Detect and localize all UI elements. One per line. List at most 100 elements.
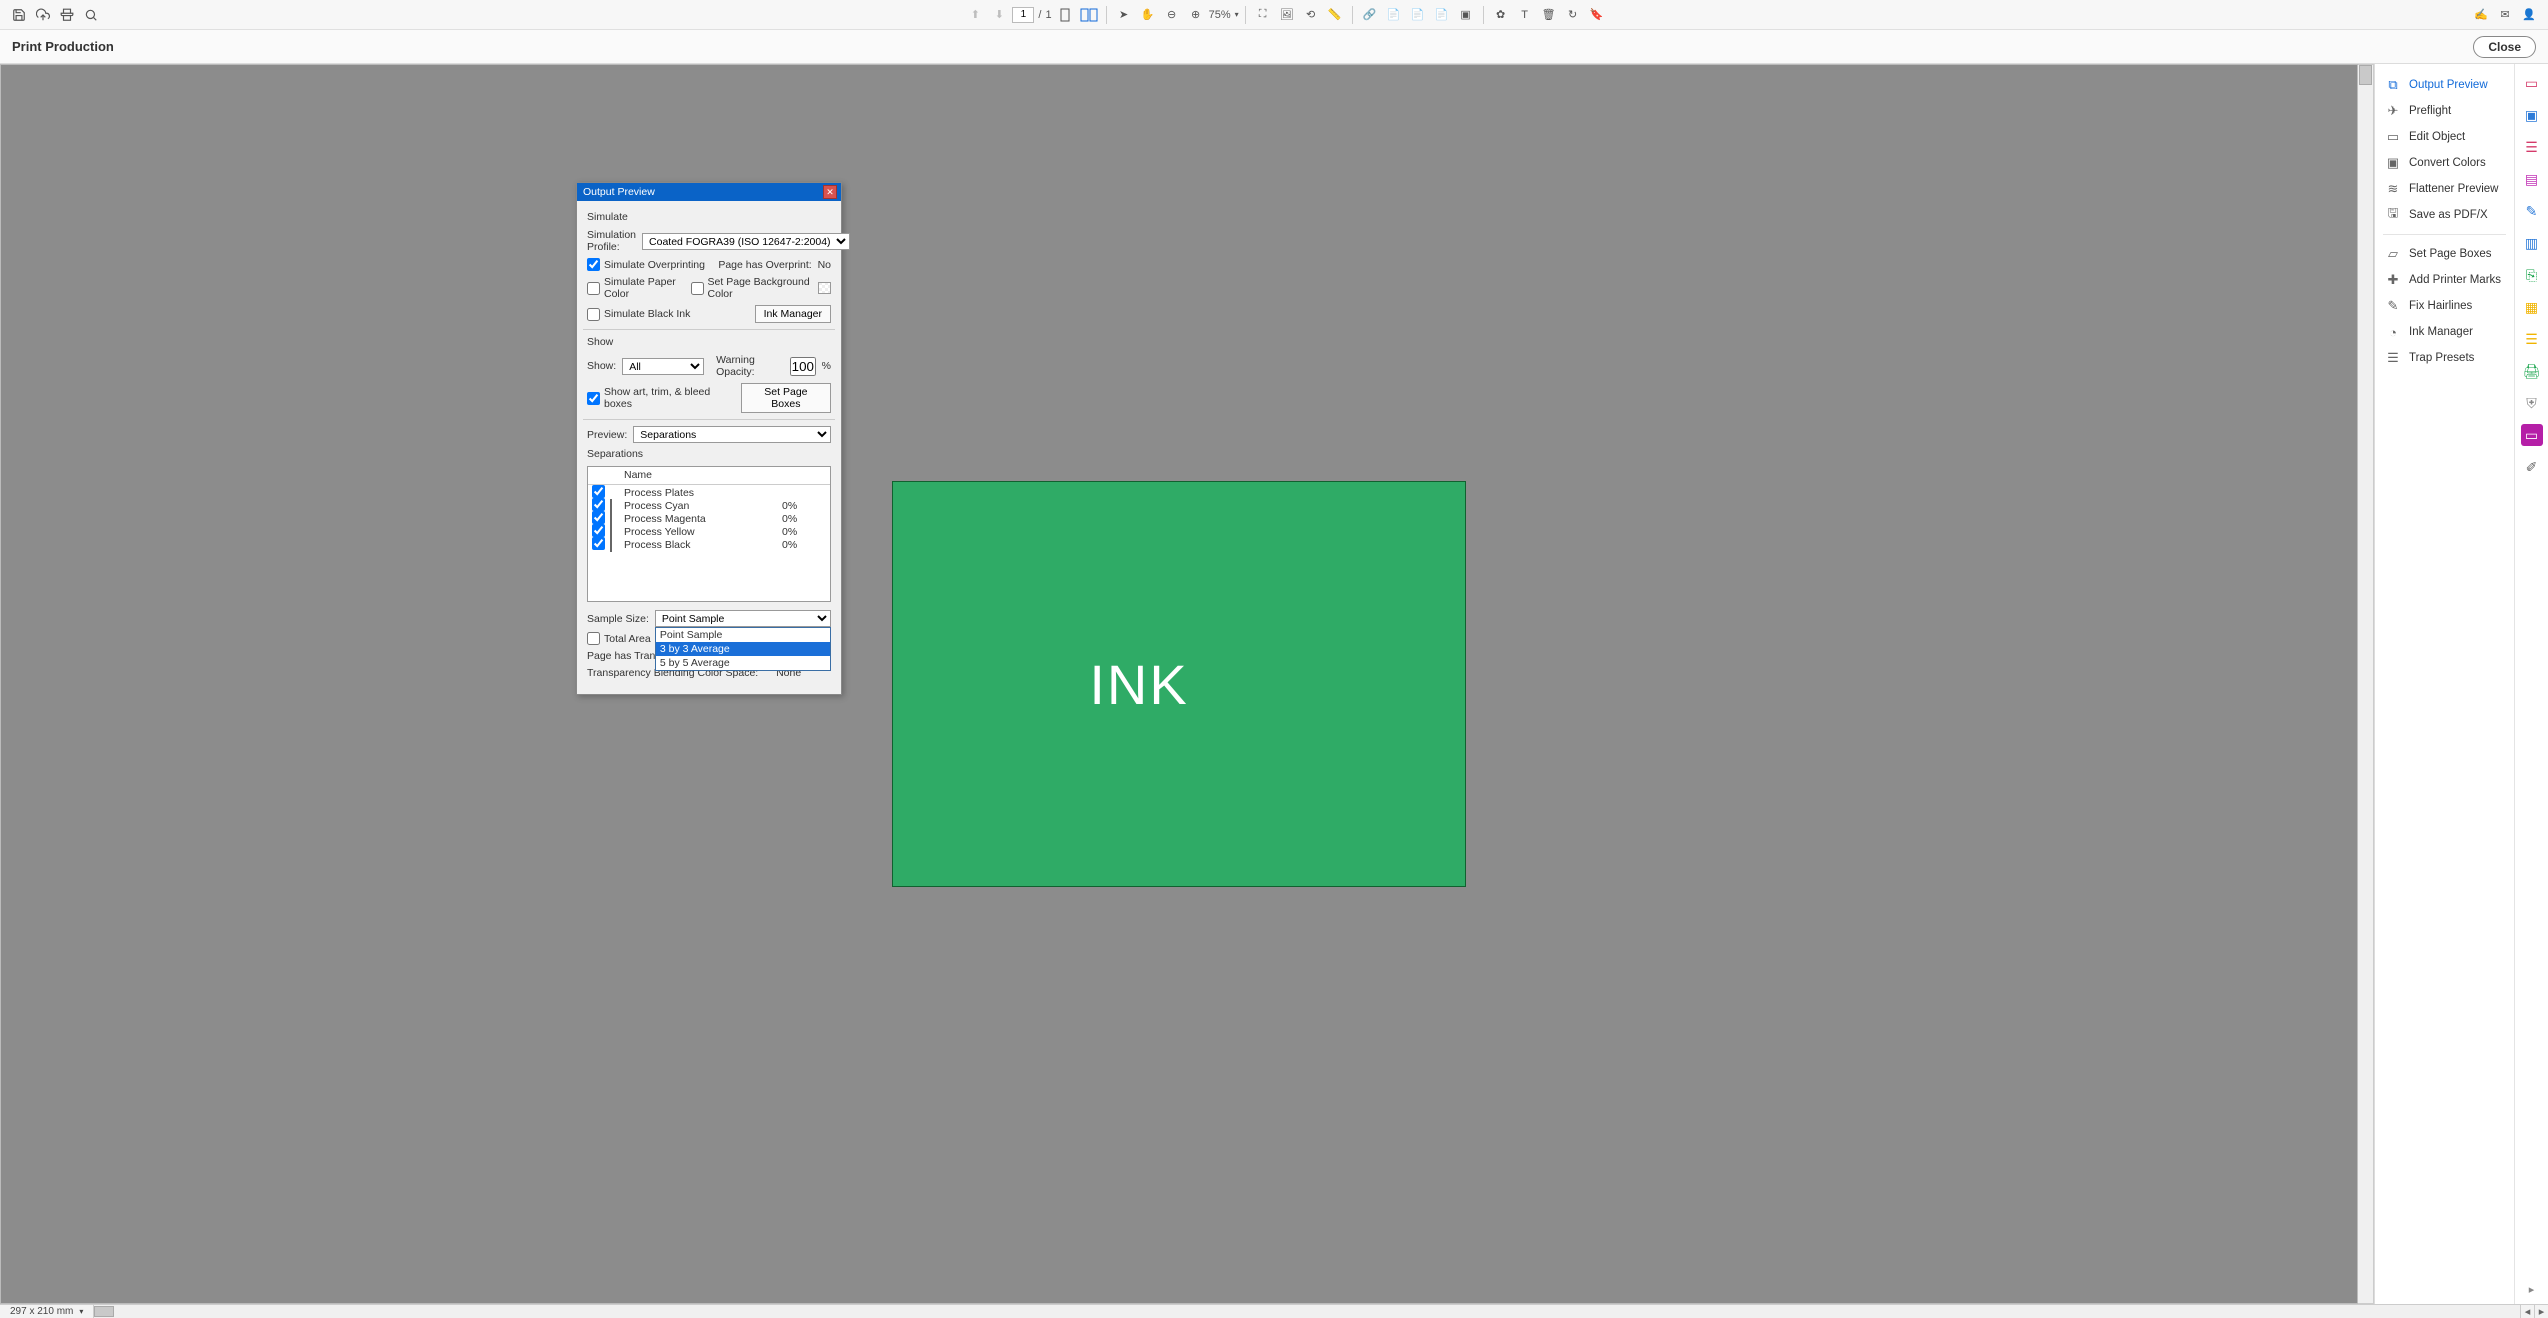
sample-size-dropdown[interactable]: Point Sample3 by 3 Average5 by 5 Average [655, 627, 831, 671]
tool-preflight[interactable]: ✈Preflight [2375, 98, 2514, 124]
tool-trap-presets[interactable]: ☰Trap Presets [2375, 345, 2514, 371]
tool-fix-hairlines[interactable]: ✎Fix Hairlines [2375, 293, 2514, 319]
pointer-icon[interactable]: ➤ [1113, 4, 1135, 26]
tool-ruler-icon[interactable]: 📏 [1324, 4, 1346, 26]
tool-set-page-boxes[interactable]: ▱Set Page Boxes [2375, 241, 2514, 267]
sample-size-option[interactable]: 3 by 3 Average [656, 642, 830, 656]
page-current-input[interactable] [1012, 7, 1034, 23]
tool-convert-colors[interactable]: ▣Convert Colors [2375, 150, 2514, 176]
separation-row[interactable]: Process Black0% [588, 537, 830, 550]
tool-ink-manager[interactable]: ◔Ink Manager [2375, 319, 2514, 345]
col-name-header: Name [624, 469, 782, 481]
separation-row[interactable]: Process Magenta0% [588, 511, 830, 524]
close-button[interactable]: Close [2473, 36, 2536, 58]
separation-row[interactable]: Process Plates [588, 485, 830, 498]
dialog-close-icon[interactable]: ✕ [823, 185, 837, 199]
sim-profile-select[interactable]: Coated FOGRA39 (ISO 12647-2:2004) [642, 233, 850, 250]
zoom-select[interactable]: 75% ▾ [1209, 9, 1239, 21]
vscroll-thumb[interactable] [2359, 65, 2372, 85]
horizontal-scrollbar[interactable] [94, 1305, 2520, 1318]
tool-save-as-pdf-x[interactable]: 🖫Save as PDF/X [2375, 202, 2514, 228]
plate-checkbox[interactable] [592, 485, 605, 498]
search-icon[interactable] [80, 4, 102, 26]
separation-row[interactable]: Process Cyan0% [588, 498, 830, 511]
plate-checkbox[interactable] [592, 524, 605, 537]
rail-collapse-icon[interactable]: ▸ [2529, 1283, 2535, 1296]
tool-trash-icon[interactable]: 🗑 [1538, 4, 1560, 26]
tool-image-icon[interactable]: 🖼 [1276, 4, 1298, 26]
rail-icon-8[interactable]: ▦ [2521, 296, 2543, 318]
simulate-paper-color-checkbox[interactable] [587, 282, 600, 295]
cloud-upload-icon[interactable] [32, 4, 54, 26]
show-select[interactable]: All [622, 358, 704, 375]
rail-icon-shield[interactable]: ⛨ [2521, 392, 2543, 414]
tool-doc1-icon[interactable]: 📄 [1383, 4, 1405, 26]
hand-icon[interactable]: ✋ [1137, 4, 1159, 26]
mail-icon[interactable]: ✉ [2494, 4, 2516, 26]
tool-stack-icon[interactable]: ▣ [1455, 4, 1477, 26]
rail-icon-1[interactable]: ▭ [2521, 72, 2543, 94]
ink-manager-button[interactable]: Ink Manager [755, 305, 831, 323]
rail-icon-4[interactable]: ▤ [2521, 168, 2543, 190]
chevron-down-icon[interactable]: ▾ [79, 1307, 83, 1316]
total-area-checkbox[interactable] [587, 632, 600, 645]
tool-flattener-preview[interactable]: ≋Flattener Preview [2375, 176, 2514, 202]
set-page-boxes-button[interactable]: Set Page Boxes [741, 383, 831, 413]
plate-checkbox[interactable] [592, 537, 605, 550]
page-down-icon[interactable]: ⬇ [988, 4, 1010, 26]
rail-icon-7[interactable]: ⎘ [2521, 264, 2543, 286]
tool-text-icon[interactable]: T [1514, 4, 1536, 26]
warning-opacity-input[interactable] [790, 357, 816, 376]
preview-select[interactable]: Separations [633, 426, 831, 443]
rail-icon-2[interactable]: ▣ [2521, 104, 2543, 126]
document-viewport[interactable]: INK [0, 64, 2358, 1304]
hscroll-thumb[interactable] [94, 1306, 114, 1317]
rail-icon-12[interactable]: ✐ [2521, 456, 2543, 478]
single-page-icon[interactable] [1054, 4, 1076, 26]
tool-link-icon[interactable]: 🔗 [1359, 4, 1381, 26]
tool-stamp-icon[interactable]: ✿ [1490, 4, 1512, 26]
rail-icon-9[interactable]: ☰ [2521, 328, 2543, 350]
save-icon[interactable] [8, 4, 30, 26]
tool-edit-object[interactable]: ▭Edit Object [2375, 124, 2514, 150]
separations-section-label: Separations [587, 448, 831, 460]
simulate-black-ink-checkbox[interactable] [587, 308, 600, 321]
vertical-scrollbar[interactable] [2358, 64, 2374, 1304]
hscroll-right-icon[interactable]: ▸ [2534, 1305, 2548, 1318]
rail-icon-5[interactable]: ✎ [2521, 200, 2543, 222]
plate-checkbox[interactable] [592, 498, 605, 511]
tool-rotate-icon[interactable]: ⟲ [1300, 4, 1322, 26]
rail-icon-10[interactable]: 🖨 [2521, 360, 2543, 382]
page-up-icon[interactable]: ⬆ [964, 4, 986, 26]
tool-add-printer-marks[interactable]: ✚Add Printer Marks [2375, 267, 2514, 293]
bg-color-chip[interactable] [818, 282, 831, 294]
zoom-in-icon[interactable]: ⊕ [1185, 4, 1207, 26]
simulate-overprinting-checkbox[interactable] [587, 258, 600, 271]
dialog-titlebar[interactable]: Output Preview ✕ [577, 183, 841, 201]
sign-icon[interactable]: ✍ [2470, 4, 2492, 26]
tool-doc3-icon[interactable]: 📄 [1431, 4, 1453, 26]
sample-size-option[interactable]: Point Sample [656, 628, 830, 642]
sample-size-combo[interactable]: Point Sample Point Sample3 by 3 Average5… [655, 610, 831, 627]
rail-icon-3[interactable]: ☰ [2521, 136, 2543, 158]
tool-output-preview[interactable]: ⧉Output Preview [2375, 72, 2514, 98]
separation-row[interactable]: Process Yellow0% [588, 524, 830, 537]
tool-refresh-icon[interactable]: ↻ [1562, 4, 1584, 26]
hscroll-left-icon[interactable]: ◂ [2520, 1305, 2534, 1318]
two-page-icon[interactable] [1078, 4, 1100, 26]
account-icon[interactable]: 👤 [2518, 4, 2540, 26]
show-boxes-checkbox[interactable] [587, 392, 600, 405]
set-bg-color-checkbox[interactable] [691, 282, 704, 295]
zoom-out-icon[interactable]: ⊖ [1161, 4, 1183, 26]
sample-size-option[interactable]: 5 by 5 Average [656, 656, 830, 670]
sample-size-select[interactable]: Point Sample [655, 610, 831, 627]
total-area-label: Total Area [604, 633, 651, 645]
tool-crop-icon[interactable]: ⛶ [1252, 4, 1274, 26]
print-icon[interactable] [56, 4, 78, 26]
rail-icon-print-production[interactable]: ▭ [2521, 424, 2543, 446]
tool-icon: ☰ [2385, 350, 2401, 366]
rail-icon-6[interactable]: ▥ [2521, 232, 2543, 254]
tool-doc2-icon[interactable]: 📄 [1407, 4, 1429, 26]
plate-checkbox[interactable] [592, 511, 605, 524]
tool-bookmark-icon[interactable]: 🔖 [1586, 4, 1608, 26]
